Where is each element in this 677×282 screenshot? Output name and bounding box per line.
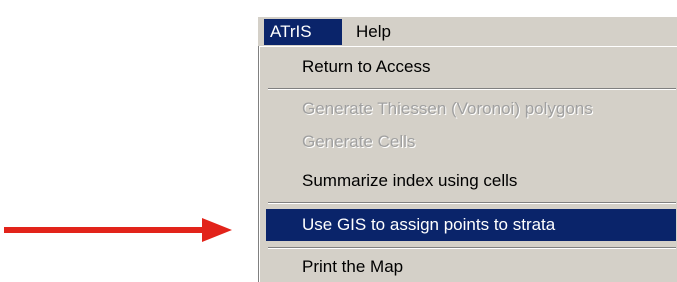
- menu-item-summarize-index[interactable]: Summarize index using cells: [266, 165, 676, 197]
- menu-separator: [268, 88, 676, 90]
- menu-item-label: Return to Access: [302, 57, 431, 76]
- menu-item-print-the-map[interactable]: Print the Map: [266, 251, 676, 282]
- menu-item-use-gis-assign-points[interactable]: Use GIS to assign points to strata: [266, 209, 676, 241]
- menu-item-label: Use GIS to assign points to strata: [302, 215, 556, 234]
- annotation-arrow-shaft: [4, 227, 204, 233]
- menu-separator: [268, 202, 676, 204]
- menu-item-generate-thiessen: Generate Thiessen (Voronoi) polygons: [266, 93, 676, 125]
- atris-dropdown-menu: Return to Access Generate Thiessen (Voro…: [258, 46, 677, 282]
- menu-help-label: Help: [356, 22, 391, 41]
- menu-item-label: Generate Cells: [302, 132, 416, 151]
- right-arrow-icon: [202, 218, 232, 242]
- menu-separator: [268, 247, 676, 249]
- menu-item-label: Generate Thiessen (Voronoi) polygons: [302, 99, 593, 118]
- menu-atris[interactable]: ATrIS: [264, 19, 342, 45]
- menu-help[interactable]: Help: [350, 19, 397, 45]
- menu-item-label: Summarize index using cells: [302, 171, 518, 190]
- menu-atris-label: ATrIS: [270, 22, 312, 41]
- menu-item-return-to-access[interactable]: Return to Access: [266, 51, 676, 83]
- menu-bar: ATrIS Help: [258, 16, 677, 46]
- screenshot-stage: ATrIS Help Return to Access Generate Thi…: [0, 0, 677, 282]
- menu-item-label: Print the Map: [302, 257, 404, 276]
- menu-item-generate-cells: Generate Cells: [266, 126, 676, 158]
